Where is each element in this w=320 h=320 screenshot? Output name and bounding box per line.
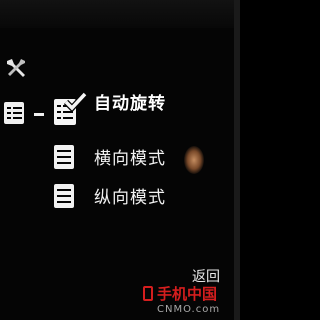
menu-item-label: 横向模式 [94, 149, 166, 169]
menu-item-label: 自动旋转 [94, 93, 166, 114]
menu-item-landscape[interactable]: 横向模式 [54, 144, 166, 169]
screen: 自动旋转 横向模式 纵向模式 返回 手机中国 CNMO.com [0, 0, 240, 320]
watermark-brand-text: 手机中国 [157, 285, 218, 303]
list-icon [54, 144, 74, 169]
list-icon [54, 183, 74, 208]
tools-icon [7, 59, 25, 77]
top-bezel [0, 0, 240, 28]
check-list-icon [54, 92, 88, 125]
phone-icon [143, 286, 153, 301]
watermark: 手机中国 CNMO.com [143, 283, 237, 317]
list-tree-icon [4, 100, 50, 128]
watermark-domain: CNMO.com [157, 304, 221, 315]
right-bezel [234, 0, 240, 320]
watermark-brand: 手机中国 [143, 283, 237, 304]
screen-glare [184, 146, 204, 174]
menu-item-portrait[interactable]: 纵向模式 [54, 183, 166, 208]
menu-item-auto-rotate[interactable]: 自动旋转 [52, 92, 166, 126]
menu-item-label: 纵向模式 [94, 188, 166, 208]
